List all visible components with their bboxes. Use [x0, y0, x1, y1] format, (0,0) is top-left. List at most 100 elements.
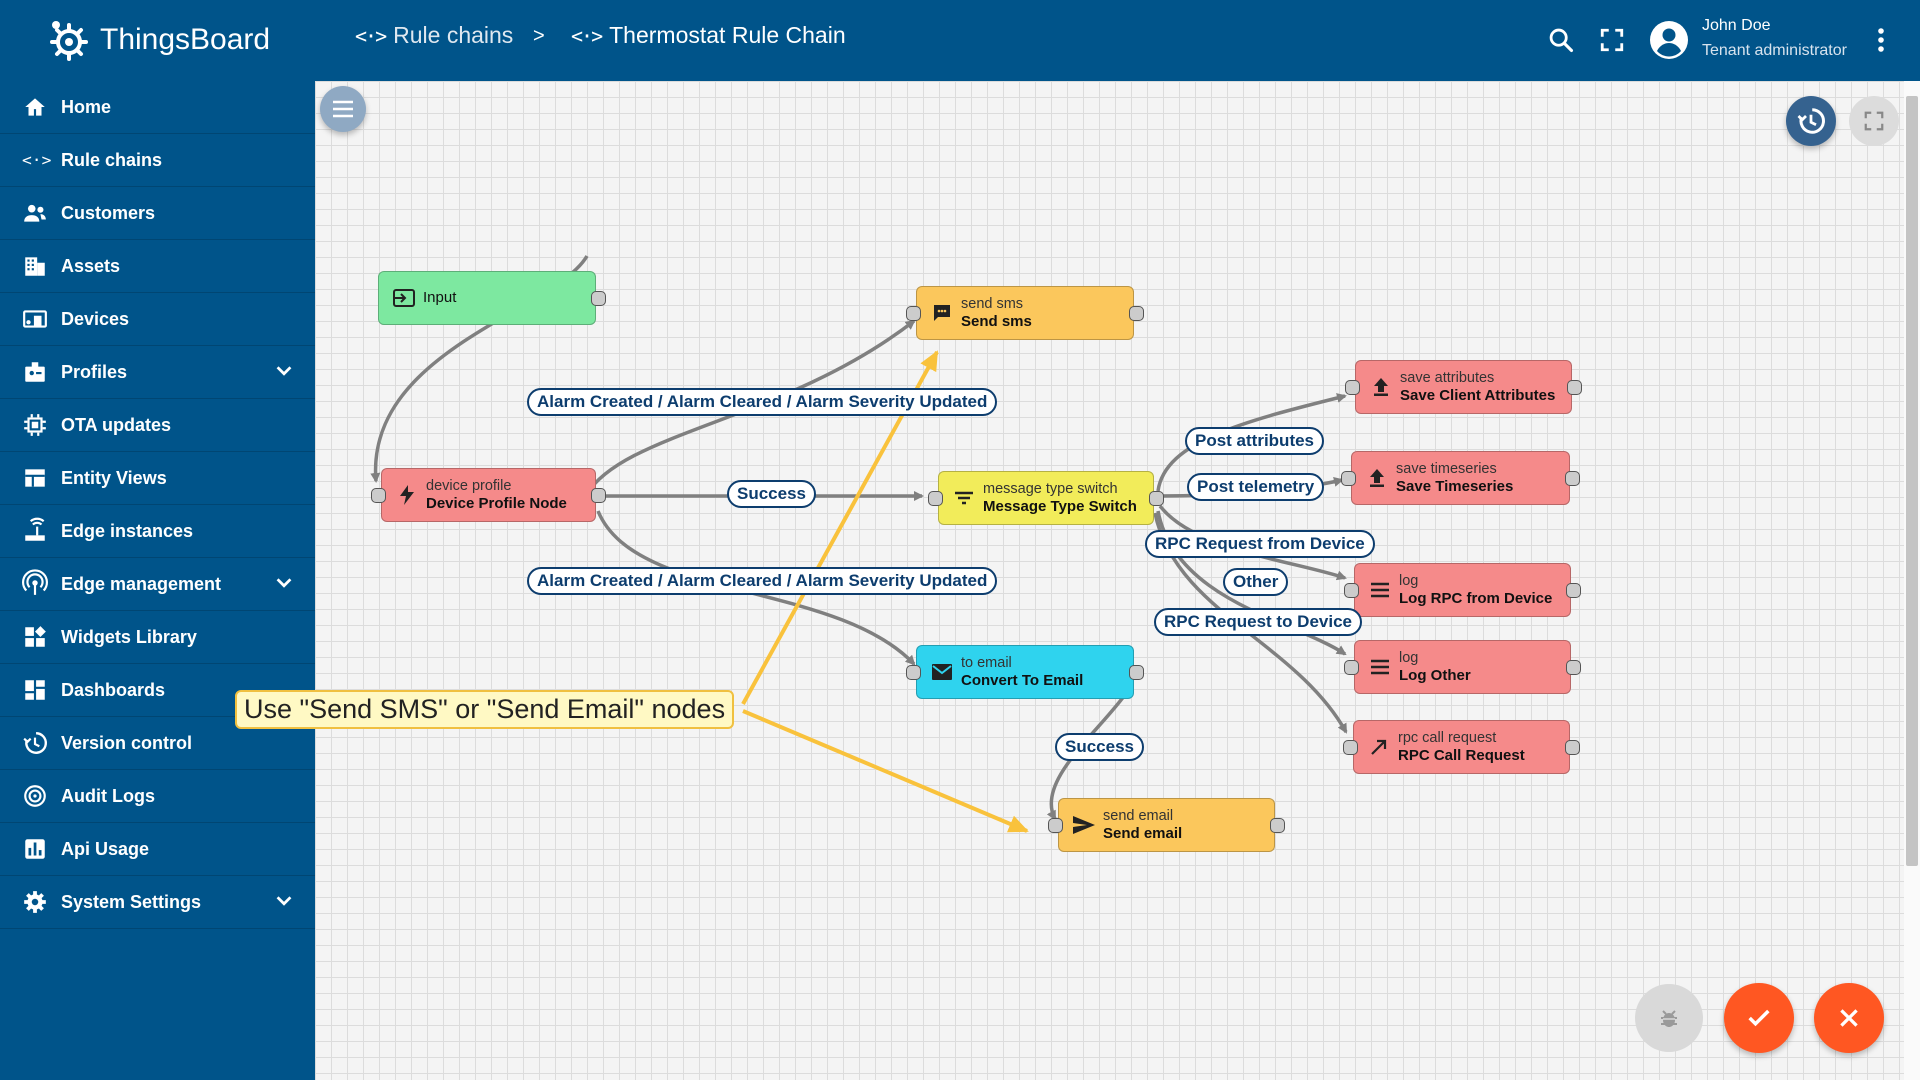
rule-chain-canvas[interactable]: Input device profile Device Profile Node …	[315, 81, 1904, 1080]
node-input[interactable]: Input	[378, 271, 606, 325]
input-port[interactable]	[906, 665, 921, 680]
output-port[interactable]	[1565, 740, 1580, 755]
version-history-button[interactable]	[1786, 96, 1836, 146]
sidebar-item-edge-instances[interactable]: Edge instances	[0, 505, 315, 558]
output-port[interactable]	[1270, 818, 1285, 833]
node-type: save attributes	[1400, 370, 1495, 386]
rule-chain-icon: <·>	[355, 23, 387, 48]
sidebar-item-home[interactable]: Home	[0, 81, 315, 134]
node-save-attributes[interactable]: save attributes Save Client Attributes	[1345, 360, 1582, 414]
search-button[interactable]	[1547, 26, 1575, 59]
chevron-down-icon[interactable]	[273, 360, 295, 387]
sidebar-item-edge-management[interactable]: Edge management	[0, 558, 315, 611]
menu-lines-icon	[1369, 659, 1391, 675]
node-save-timeseries[interactable]: save timeseries Save Timeseries	[1341, 451, 1580, 505]
sidebar-item-label: Version control	[61, 732, 193, 753]
input-port[interactable]	[1344, 660, 1359, 675]
canvas-fullscreen-button[interactable]	[1849, 96, 1899, 146]
node-name: Message Type Switch	[983, 498, 1137, 515]
node-name: Convert To Email	[961, 672, 1084, 689]
node-to-email[interactable]: to email Convert To Email	[906, 645, 1144, 699]
output-port[interactable]	[591, 488, 606, 503]
output-port[interactable]	[1129, 306, 1144, 321]
breadcrumb-current: <·> Thermostat Rule Chain	[571, 22, 846, 49]
node-send-email[interactable]: send email Send email	[1048, 798, 1285, 852]
sidebar-item-label: Devices	[61, 308, 130, 329]
node-type: to email	[961, 655, 1012, 671]
edge-label[interactable]: Post attributes	[1185, 427, 1325, 455]
edge-label[interactable]: Alarm Created / Alarm Cleared / Alarm Se…	[527, 567, 998, 595]
input-port[interactable]	[928, 491, 943, 506]
toggle-node-library-button[interactable]	[320, 86, 366, 132]
sidebar-item-audit-logs[interactable]: Audit Logs	[0, 770, 315, 823]
input-port[interactable]	[371, 488, 386, 503]
input-port[interactable]	[1343, 740, 1358, 755]
more-menu-button[interactable]	[1875, 26, 1887, 59]
chevron-down-icon[interactable]	[273, 890, 295, 917]
upload-icon	[1366, 469, 1388, 487]
decline-changes-button[interactable]	[1814, 983, 1884, 1053]
sidebar-item-label: Customers	[61, 202, 156, 223]
node-name: RPC Call Request	[1398, 747, 1525, 764]
node-name: Send email	[1103, 825, 1183, 842]
node-log-rpc[interactable]: log Log RPC from Device	[1344, 563, 1581, 617]
assets-icon	[21, 252, 49, 280]
output-port[interactable]	[1566, 583, 1581, 598]
edge-label[interactable]: Alarm Created / Alarm Cleared / Alarm Se…	[527, 388, 998, 416]
callout-arrow-email	[742, 709, 1029, 833]
logo[interactable]: ThingsBoard	[46, 16, 270, 64]
breadcrumb-rule-chains[interactable]: <·> Rule chains	[355, 22, 513, 49]
devices-icon	[21, 305, 49, 333]
node-send-sms[interactable]: send sms Send sms	[906, 286, 1144, 340]
sidebar-item-label: Edge management	[61, 573, 222, 594]
input-port[interactable]	[1048, 818, 1063, 833]
sidebar-item-customers[interactable]: Customers	[0, 187, 315, 240]
profiles-icon	[21, 358, 49, 386]
edge-label[interactable]: Success	[1055, 733, 1144, 761]
output-port[interactable]	[1567, 380, 1582, 395]
node-log-other[interactable]: log Log Other	[1344, 640, 1581, 694]
menu-lines-icon	[1369, 582, 1391, 598]
audit-icon	[21, 782, 49, 810]
sidebar-item-system-settings[interactable]: System Settings	[0, 876, 315, 929]
fullscreen-button[interactable]	[1599, 27, 1625, 58]
node-device-profile[interactable]: device profile Device Profile Node	[371, 468, 606, 522]
output-port[interactable]	[1129, 665, 1144, 680]
input-port[interactable]	[1344, 583, 1359, 598]
output-port[interactable]	[1149, 491, 1164, 506]
input-port[interactable]	[1341, 471, 1356, 486]
debug-button[interactable]	[1635, 984, 1703, 1052]
sidebar-item-entity-views[interactable]: Entity Views	[0, 452, 315, 505]
upload-icon	[1370, 378, 1392, 396]
chevron-down-icon[interactable]	[273, 572, 295, 599]
sidebar-item-rule-chains[interactable]: <·> Rule chains	[0, 134, 315, 187]
edge-label[interactable]: RPC Request to Device	[1154, 608, 1362, 636]
fullscreen-icon	[1864, 111, 1884, 131]
sidebar-item-widgets-library[interactable]: Widgets Library	[0, 611, 315, 664]
edge-label[interactable]: Post telemetry	[1187, 473, 1325, 501]
apply-changes-button[interactable]	[1724, 983, 1794, 1053]
sidebar-item-ota-updates[interactable]: OTA updates	[0, 399, 315, 452]
dashboards-icon	[21, 676, 49, 704]
sidebar-item-api-usage[interactable]: Api Usage	[0, 823, 315, 876]
output-port[interactable]	[1565, 471, 1580, 486]
node-message-type-switch[interactable]: message type switch Message Type Switch	[928, 471, 1164, 525]
edge-label[interactable]: Success	[727, 480, 816, 508]
svg-text:<·>: <·>	[22, 150, 52, 169]
page-title: Thermostat Rule Chain	[609, 22, 846, 48]
sidebar-item-devices[interactable]: Devices	[0, 293, 315, 346]
output-port[interactable]	[1566, 660, 1581, 675]
input-port[interactable]	[906, 306, 921, 321]
edge-label[interactable]: Other	[1223, 568, 1289, 596]
sidebar-item-label: Assets	[61, 255, 121, 276]
sidebar-item-assets[interactable]: Assets	[0, 240, 315, 293]
output-port[interactable]	[591, 291, 606, 306]
bolt-icon	[396, 485, 418, 505]
input-port[interactable]	[1345, 380, 1360, 395]
scrollbar-thumb[interactable]	[1906, 96, 1918, 866]
sidebar-item-profiles[interactable]: Profiles	[0, 346, 315, 399]
widgets-icon	[21, 623, 49, 651]
node-rpc-call-request[interactable]: rpc call request RPC Call Request	[1343, 720, 1580, 774]
edge-label[interactable]: RPC Request from Device	[1145, 530, 1375, 558]
avatar[interactable]	[1649, 20, 1689, 65]
